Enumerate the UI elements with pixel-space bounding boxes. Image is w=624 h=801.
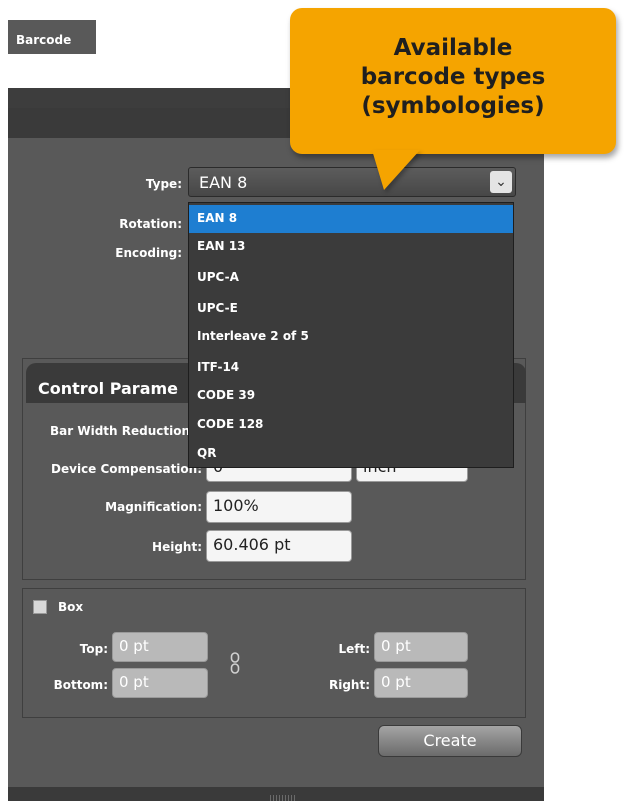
- dropdown-option-ean-8[interactable]: EAN 8: [189, 205, 513, 233]
- control-parameters-title: Control Parame: [38, 379, 179, 398]
- encoding-label: Encoding:: [115, 246, 182, 260]
- dropdown-option-interleave-2-of-5[interactable]: Interleave 2 of 5: [189, 323, 513, 351]
- magnification-input[interactable]: 100%: [206, 491, 352, 523]
- create-button[interactable]: Create: [378, 725, 522, 757]
- top-input[interactable]: 0 pt: [112, 632, 208, 662]
- type-label: Type:: [145, 177, 182, 191]
- left-input[interactable]: 0 pt: [374, 632, 468, 662]
- link-icon[interactable]: [230, 652, 240, 674]
- callout-text: Available barcode types (symbologies): [290, 34, 616, 121]
- left-label: Left:: [338, 642, 370, 656]
- height-label: Height:: [152, 540, 202, 554]
- dropdown-option-ean-13[interactable]: EAN 13: [189, 233, 513, 261]
- device-compensation-label: Device Compensation:: [51, 462, 202, 476]
- height-input[interactable]: 60.406 pt: [206, 530, 352, 562]
- dropdown-option-upc-a[interactable]: UPC-A: [189, 264, 513, 292]
- callout-line-1: Available: [393, 35, 513, 61]
- right-label: Right:: [328, 678, 370, 692]
- bottom-label: Bottom:: [53, 678, 108, 692]
- resize-grip-icon[interactable]: [270, 795, 296, 801]
- dropdown-option-code-128[interactable]: CODE 128: [189, 411, 513, 439]
- dropdown-option-code-39[interactable]: CODE 39: [189, 382, 513, 410]
- callout-line-2: barcode types: [360, 64, 546, 90]
- callout-line-3: (symbologies): [361, 93, 545, 119]
- box-checkbox[interactable]: [33, 600, 47, 614]
- chevron-down-icon[interactable]: ⌄: [490, 171, 512, 193]
- dropdown-option-qr[interactable]: QR: [189, 440, 513, 468]
- type-select-value: EAN 8: [199, 173, 248, 192]
- tab-barcode[interactable]: Barcode: [8, 20, 96, 54]
- type-select[interactable]: EAN 8 ⌄: [188, 167, 516, 197]
- bar-width-reduction-label: Bar Width Reduction: [50, 424, 190, 438]
- right-input[interactable]: 0 pt: [374, 668, 468, 698]
- magnification-label: Magnification:: [105, 500, 202, 514]
- top-label: Top:: [79, 642, 108, 656]
- dropdown-option-upc-e[interactable]: UPC-E: [189, 295, 513, 323]
- panel-bottom-bar: [8, 787, 544, 801]
- type-dropdown-list: EAN 8 EAN 13 UPC-A UPC-E Interleave 2 of…: [188, 202, 514, 468]
- box-label: Box: [58, 600, 84, 614]
- dropdown-option-itf-14[interactable]: ITF-14: [189, 354, 513, 382]
- bottom-input[interactable]: 0 pt: [112, 668, 208, 698]
- rotation-label: Rotation:: [119, 217, 182, 231]
- callout-pointer: [372, 150, 420, 190]
